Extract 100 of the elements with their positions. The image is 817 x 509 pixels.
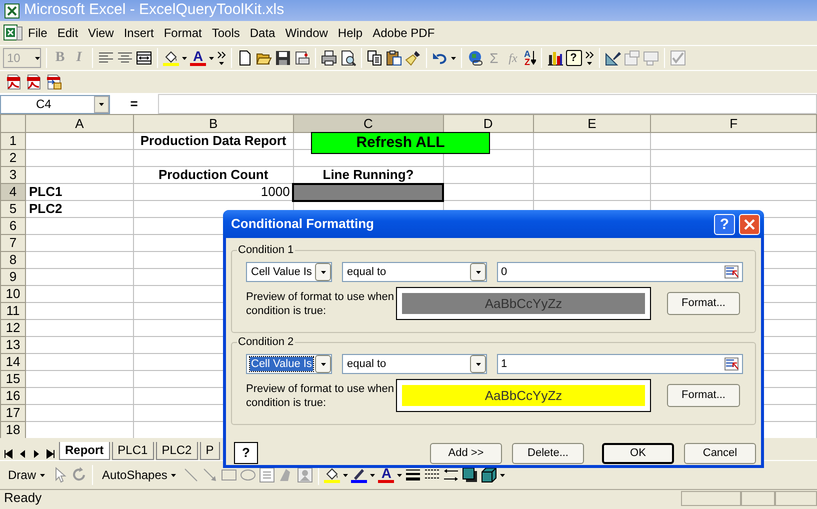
arrow-style-icon[interactable] [443, 467, 460, 483]
row-header[interactable]: 4 [0, 184, 26, 200]
name-box[interactable]: C4 [0, 94, 110, 114]
caret-icon[interactable] [209, 56, 214, 60]
oval-icon[interactable] [240, 467, 256, 483]
last-sheet-icon[interactable] [45, 448, 57, 460]
row-header[interactable]: 3 [0, 166, 26, 184]
formula-equals-sign[interactable]: = [110, 94, 158, 114]
row-header[interactable]: 6 [0, 218, 26, 234]
range-select-icon[interactable] [724, 357, 740, 371]
pdf-mail-icon[interactable] [46, 74, 62, 90]
sheet-tab[interactable]: PLC2 [156, 442, 198, 460]
help-button[interactable]: ? [714, 214, 735, 234]
line-color-icon[interactable] [351, 467, 368, 483]
heading-cell[interactable]: Production Count [133, 166, 294, 184]
caret-icon[interactable] [99, 102, 104, 106]
clip-art-icon[interactable] [297, 467, 314, 483]
value-field[interactable]: 1 [497, 354, 743, 374]
merge-cells-icon[interactable] [136, 50, 152, 66]
caret-icon[interactable] [476, 362, 480, 366]
row-header[interactable]: 16 [0, 388, 26, 404]
caret-icon[interactable] [35, 56, 40, 60]
heading-cell[interactable]: Production Data Report [133, 132, 294, 150]
caret-icon[interactable] [171, 474, 176, 476]
row-header[interactable]: 11 [0, 302, 26, 320]
column-header[interactable]: F [650, 114, 816, 132]
paste-icon[interactable] [386, 50, 402, 66]
row-header[interactable]: 15 [0, 370, 26, 388]
text-box-icon[interactable] [259, 467, 276, 483]
menu-item[interactable]: Tools [206, 22, 245, 44]
column-header[interactable]: A [25, 114, 134, 132]
sheet-tab[interactable]: P [200, 442, 220, 460]
row-header[interactable]: 18 [0, 422, 26, 438]
condition-type-dropdown[interactable]: Cell Value Is [246, 262, 332, 282]
undo-icon[interactable] [432, 50, 448, 66]
formula-input[interactable] [158, 94, 817, 114]
caret-icon[interactable] [320, 270, 326, 274]
first-sheet-icon[interactable] [3, 448, 15, 460]
caret-icon[interactable] [343, 474, 348, 476]
menu-item[interactable]: File [23, 22, 52, 44]
globe-icon[interactable] [467, 50, 483, 66]
dialog-button[interactable]: Add >> [430, 442, 502, 464]
dialog-button[interactable]: Cancel [684, 442, 756, 464]
column-header[interactable]: B [133, 114, 294, 132]
row-header[interactable]: 12 [0, 320, 26, 336]
row-header[interactable]: 14 [0, 354, 26, 370]
row-header[interactable]: 10 [0, 286, 26, 302]
condition-type-dropdown[interactable]: Cell Value Is [246, 354, 332, 374]
workbook-icon[interactable] [3, 24, 23, 42]
printer-icon[interactable] [321, 50, 337, 66]
row-header[interactable]: 1 [0, 132, 26, 150]
rectangle-icon[interactable] [221, 467, 238, 483]
drawing-tool-icon[interactable] [604, 50, 620, 66]
font-color-button[interactable]: A [190, 50, 206, 66]
sheet-tab[interactable]: PLC1 [112, 442, 154, 460]
dialog-button[interactable]: Delete... [512, 442, 584, 464]
caret-icon[interactable] [320, 362, 326, 366]
caret-icon[interactable] [182, 56, 187, 60]
row-header[interactable]: 8 [0, 252, 26, 268]
caret-icon[interactable] [451, 56, 456, 60]
chart-icon[interactable] [546, 50, 562, 66]
caret-icon[interactable] [476, 270, 480, 274]
column-header[interactable]: D [443, 114, 534, 132]
brush-icon[interactable] [405, 50, 421, 66]
sort-button[interactable]: A Z [524, 50, 536, 66]
mail-icon[interactable] [294, 50, 310, 66]
value-field[interactable]: 0 [497, 262, 743, 282]
row-header[interactable]: 5 [0, 200, 26, 218]
row-header[interactable]: 13 [0, 336, 26, 354]
label-cell[interactable]: PLC2 [25, 200, 134, 218]
close-button[interactable] [739, 214, 760, 234]
row-header[interactable]: 9 [0, 268, 26, 286]
line-style-icon[interactable] [405, 467, 422, 483]
sheet-tab[interactable]: Report [59, 442, 110, 460]
help-button[interactable]: ? [566, 50, 582, 66]
3d-box-icon[interactable] [481, 467, 498, 483]
fill-color-icon[interactable] [163, 50, 179, 66]
help-icon[interactable]: ? [234, 442, 258, 464]
autoshapes-menu[interactable]: AutoShapes [98, 466, 180, 484]
menu-item[interactable]: Edit [52, 22, 84, 44]
range-select-icon[interactable] [724, 265, 740, 279]
refresh-all-button[interactable]: Refresh ALL [311, 132, 490, 154]
more-icon[interactable] [584, 50, 594, 66]
new-document-icon[interactable] [237, 50, 253, 66]
more-icon[interactable] [217, 50, 226, 66]
caret-icon[interactable] [370, 474, 376, 476]
pdf-icon[interactable] [6, 74, 22, 90]
operator-dropdown[interactable]: equal to [342, 354, 487, 374]
menu-item[interactable]: Window [280, 22, 333, 44]
menu-item[interactable]: Format [158, 22, 207, 44]
close-icon[interactable] [744, 218, 755, 230]
selected-cell[interactable] [293, 184, 444, 200]
operator-dropdown[interactable]: equal to [342, 262, 487, 282]
menu-item[interactable]: Adobe PDF [368, 22, 440, 44]
menu-item[interactable]: Insert [118, 22, 159, 44]
row-header[interactable]: 2 [0, 150, 26, 166]
row-header[interactable]: 17 [0, 404, 26, 422]
shadow-icon[interactable] [462, 467, 478, 483]
print-preview-icon[interactable] [340, 50, 356, 66]
caret-icon[interactable] [397, 474, 402, 476]
